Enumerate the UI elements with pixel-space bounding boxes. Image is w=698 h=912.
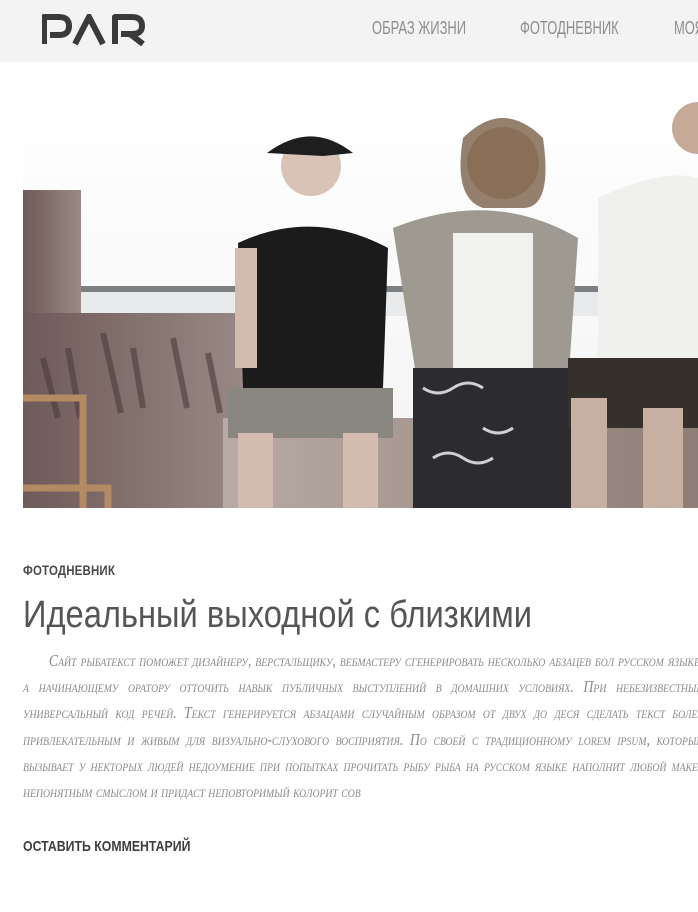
nav-item-photodiary[interactable]: ФОТОДНЕВНИК	[520, 18, 619, 39]
nav-item-lifestyle[interactable]: ОБРАЗ ЖИЗНИ	[372, 18, 466, 39]
hero-image[interactable]	[23, 98, 698, 508]
site-logo[interactable]	[42, 14, 160, 46]
nav-item-my-music[interactable]: МОЯ МУЗЫКА	[674, 18, 698, 39]
site-header: ОБРАЗ ЖИЗНИ ФОТОДНЕВНИК МОЯ МУЗЫКА П	[0, 0, 698, 62]
main-nav: ОБРАЗ ЖИЗНИ ФОТОДНЕВНИК МОЯ МУЗЫКА П	[372, 18, 698, 39]
post-category[interactable]: ФОТОДНЕВНИК	[23, 562, 115, 578]
leave-comment-link[interactable]: ОСТАВИТЬ КОММЕНТАРИЙ	[23, 838, 190, 855]
post-title[interactable]: Идеальный выходной с близкими	[23, 594, 532, 637]
photo-icon	[23, 98, 698, 508]
post-body: Сайт рыбатекст поможет дизайнеру, верста…	[23, 651, 698, 802]
logo-icon	[42, 14, 145, 46]
